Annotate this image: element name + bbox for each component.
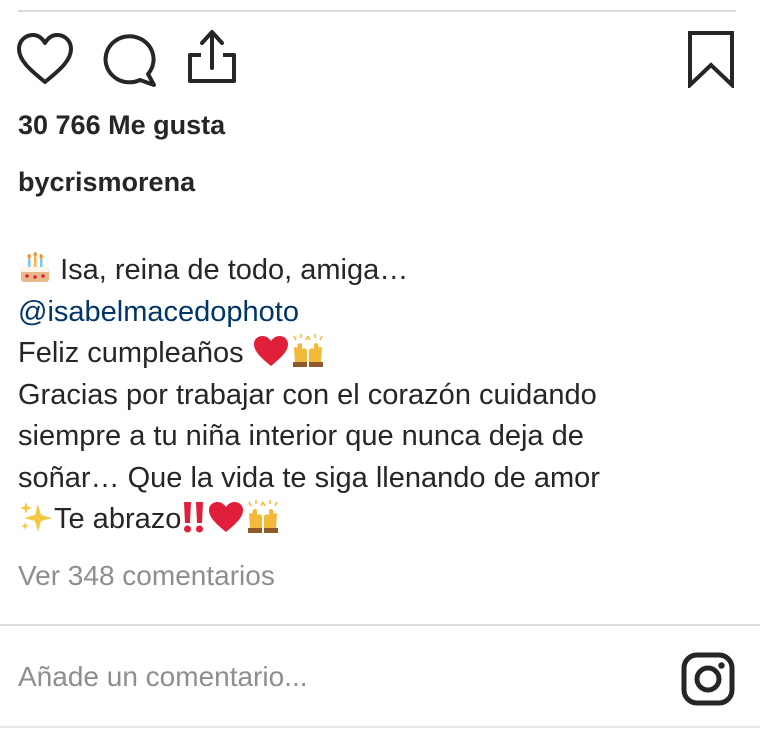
caption-line: @isabelmacedophoto (18, 292, 748, 334)
sparkles-emoji (18, 500, 54, 534)
comment-input[interactable] (18, 652, 658, 702)
caption-text: Feliz cumpleaños (18, 337, 244, 369)
caption-text: Te abrazo (54, 503, 182, 535)
share-button[interactable] (184, 28, 240, 86)
instagram-button[interactable] (681, 652, 735, 711)
heart-icon (17, 33, 73, 84)
raising-hands-emoji (290, 334, 326, 368)
comment-icon (103, 34, 156, 87)
share-icon (188, 30, 236, 83)
comment-button[interactable] (99, 32, 159, 88)
caption-text: Isa, reina de todo, amiga… (60, 254, 409, 286)
caption-line: soñar… Que la vida te siga llenando de a… (18, 461, 600, 494)
instagram-icon (681, 652, 735, 706)
post-caption: Isa, reina de todo, amiga… @isabelmacedo… (18, 250, 748, 541)
save-button[interactable] (686, 30, 736, 88)
bottom-divider (0, 726, 760, 728)
post-author-username[interactable]: bycrismorena (18, 167, 195, 198)
like-button[interactable] (16, 32, 74, 86)
post-action-bar (0, 28, 760, 92)
caption-line: Te abrazo (18, 499, 748, 541)
caption-line: Gracias por trabajar con el corazón cuid… (18, 378, 597, 411)
mention-link[interactable]: @isabelmacedophoto (18, 296, 299, 328)
comment-divider (0, 624, 760, 626)
caption-line: siempre a tu niña interior que nunca dej… (18, 420, 584, 452)
caption-line: Isa, reina de todo, amiga… (18, 250, 748, 292)
raising-hands-emoji (245, 500, 281, 534)
likes-count[interactable]: 30 766 Me gusta (18, 110, 225, 141)
bookmark-icon (688, 31, 734, 88)
caption-line: Feliz cumpleaños (18, 333, 748, 375)
view-comments-link[interactable]: Ver 348 comentarios (18, 560, 275, 592)
top-divider (18, 10, 736, 12)
birthday-cake-emoji (18, 251, 52, 285)
double-exclamation-emoji (181, 500, 207, 534)
red-heart-emoji (252, 334, 290, 368)
red-heart-emoji (207, 500, 245, 534)
